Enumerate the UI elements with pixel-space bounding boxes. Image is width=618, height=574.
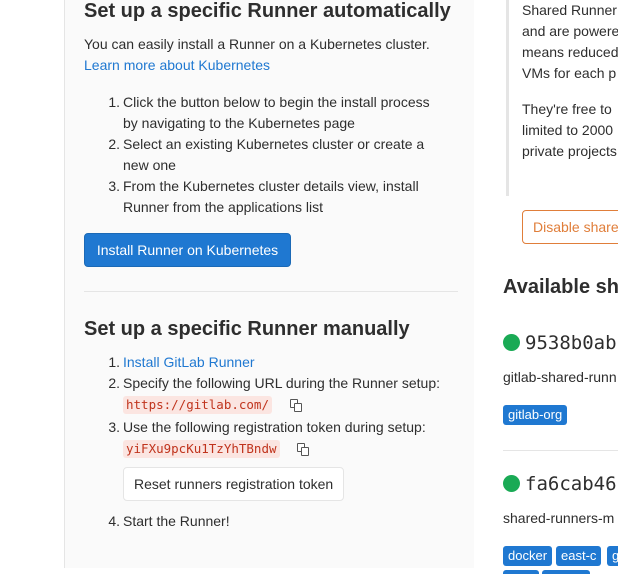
auto-step-1: 1. Click the button below to begin the in… <box>108 94 430 110</box>
runner-2-tag-row2-a <box>503 570 539 574</box>
auto-setup-intro: You can easily install a Runner on a Kub… <box>84 36 430 52</box>
shared-runner-link[interactable]: Shared Runner <box>522 0 617 21</box>
manual-step-2-url-row: https://gitlab.com/ <box>123 394 440 417</box>
runner-2-id[interactable]: fa6cab46 <box>503 473 617 495</box>
manual-step-3: 3. Use the following registration token d… <box>108 419 426 435</box>
manual-step-3-token-row: yiFXu9pcKu1TzYhTBndw <box>123 438 440 461</box>
manual-step-4: 4. Start the Runner! <box>108 513 230 529</box>
manual-setup-title: Set up a specific Runner manually <box>84 318 410 340</box>
shared-info-line-2: means reduced <box>522 44 618 60</box>
reset-registration-token-button[interactable]: Reset runners registration token <box>123 467 345 501</box>
runner-2-tag-east: east-c <box>556 546 602 566</box>
copy-url-icon[interactable] <box>288 397 304 413</box>
manual-step-1: 1. Install GitLab Runner <box>108 354 255 370</box>
runner-1-description: gitlab-shared-runn <box>503 369 617 385</box>
learn-more-kubernetes-link[interactable]: Learn more about Kubernetes <box>84 55 270 76</box>
auto-step-3: 3. From the Kubernetes cluster details vi… <box>108 178 419 194</box>
install-gitlab-runner-link[interactable]: Install GitLab Runner <box>123 354 255 370</box>
shared-info-line-5: limited to 2000 <box>522 122 614 138</box>
available-shared-runners-title: Available sh <box>503 276 618 298</box>
auto-setup-title: Set up a specific Runner automatically <box>84 0 451 22</box>
install-runner-kubernetes-button[interactable]: Install Runner on Kubernetes <box>84 233 291 267</box>
runner-1-tag: gitlab-org <box>503 405 568 425</box>
runner-2-tag-docker: docker <box>503 546 553 566</box>
runner-1-id[interactable]: 9538b0ab <box>503 332 617 354</box>
shared-runners-panel: Shared Runner and are powere means reduc… <box>474 0 618 574</box>
auto-step-1-cont: by navigating to the Kubernetes page <box>123 115 355 131</box>
specific-runners-panel: Set up a specific Runner automatically Y… <box>64 0 474 568</box>
reset-token-row: Reset runners registration token <box>123 461 440 507</box>
runner-url-code: https://gitlab.com/ <box>123 396 272 414</box>
runner-2-tag-row2-b <box>542 570 590 574</box>
registration-token-code: yiFXu9pcKu1TzYhTBndw <box>123 440 280 458</box>
status-online-icon <box>503 334 520 351</box>
status-online-icon <box>503 475 520 492</box>
shared-info-line-3: VMs for each p <box>522 65 617 81</box>
shared-info-line-1: and are powere <box>522 23 618 39</box>
shared-info-line-6: private projects <box>522 143 617 159</box>
copy-token-icon[interactable] <box>295 441 311 457</box>
disable-shared-runners-button[interactable]: Disable share <box>522 210 618 244</box>
auto-setup-steps: 1. Click the button below to begin the in… <box>108 92 430 218</box>
shared-info-line-4: They're free to <box>522 101 612 117</box>
auto-step-2: 2. Select an existing Kubernetes cluster … <box>108 136 425 152</box>
auto-step-3-cont: Runner from the applications list <box>123 199 323 215</box>
manual-step-2: 2. Specify the following URL during the R… <box>108 375 440 391</box>
runner-divider <box>503 450 618 451</box>
auto-step-2-cont: new one <box>123 157 176 173</box>
manual-setup-steps: 1. Install GitLab Runner 2. Specify the fo… <box>108 352 440 532</box>
runner-2-description: shared-runners-m <box>503 510 615 526</box>
runner-2-tag-more: g <box>607 546 618 566</box>
section-divider <box>84 291 458 292</box>
